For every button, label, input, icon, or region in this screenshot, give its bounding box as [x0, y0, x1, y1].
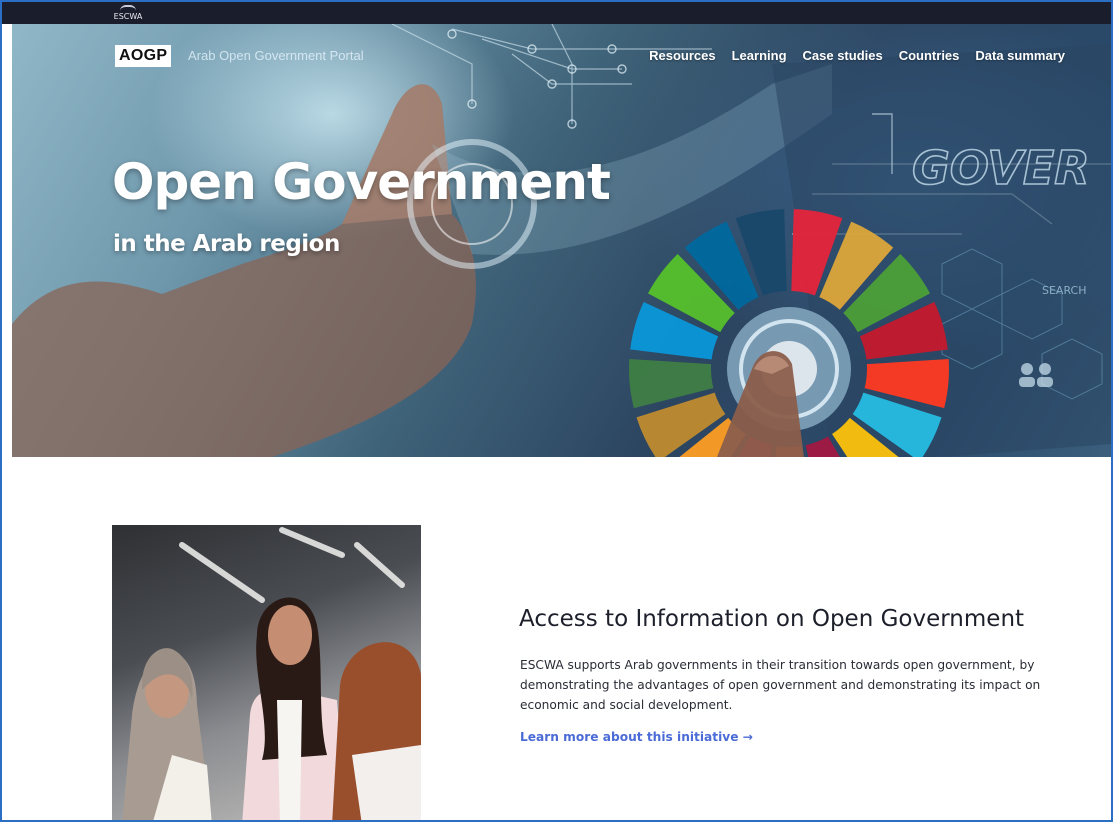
intro-heading: Access to Information on Open Government — [519, 606, 1025, 632]
nav-item-data-summary[interactable]: Data summary — [975, 45, 1065, 67]
nav-item-case-studies[interactable]: Case studies — [803, 45, 883, 67]
hero-title: Open Government — [112, 153, 611, 211]
escwa-top-bar: ESCWA — [2, 2, 1111, 24]
nav-item-countries[interactable]: Countries — [899, 45, 960, 67]
hero-banner: GOVER SEARCH AOGP Arab Open Government P… — [12, 24, 1111, 457]
escwa-logo-text: ESCWA — [113, 12, 143, 21]
photo-illustration — [122, 527, 421, 820]
women-meeting-photo — [112, 525, 421, 820]
browser-frame: ESCWA GOVER SEARCH AOGP Arab Open Govern… — [0, 0, 1113, 822]
nav-item-learning[interactable]: Learning — [732, 45, 787, 67]
hero-image-text: GOVER — [912, 141, 1090, 195]
portal-name[interactable]: Arab Open Government Portal — [188, 45, 364, 67]
aogp-logo[interactable]: AOGP — [115, 45, 172, 67]
nav-item-resources[interactable]: Resources — [649, 45, 715, 67]
nav-menu: Resources Learning Case studies Countrie… — [633, 45, 1065, 67]
intro-body: ESCWA supports Arab governments in their… — [520, 658, 1041, 712]
escwa-emblem-icon — [120, 5, 136, 12]
learn-more-link[interactable]: Learn more about this initiative → — [520, 728, 753, 746]
hero-subtitle: in the Arab region — [113, 231, 340, 257]
main-navigation: AOGP Arab Open Government Portal Resourc… — [12, 24, 1111, 84]
escwa-logo[interactable]: ESCWA — [112, 5, 144, 21]
hero-search-text: SEARCH — [1042, 284, 1087, 297]
